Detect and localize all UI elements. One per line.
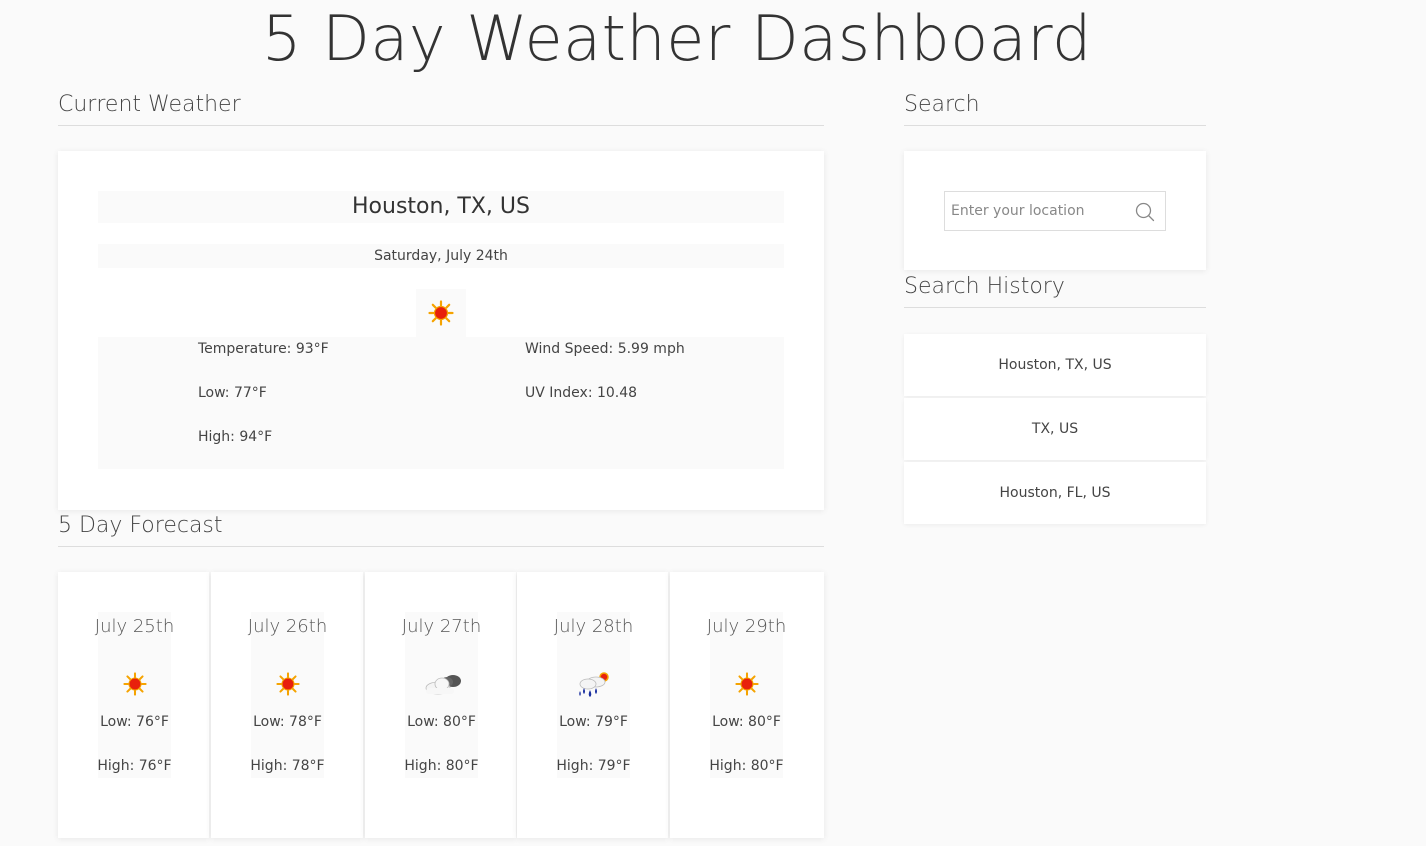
- forecast-day: July 29th Low: 80°F High: 80°F: [707, 612, 786, 778]
- forecast-card: July 26th Low: 78°F High: 78°F: [211, 572, 363, 838]
- wind-speed-value: Wind Speed: 5.99 mph: [525, 341, 685, 357]
- history-item[interactable]: TX, US: [904, 398, 1206, 460]
- forecast-low: Low: 78°F: [253, 714, 322, 730]
- current-city: Houston, TX, US: [98, 191, 784, 223]
- forecast-day: July 25th Low: 76°F High: 76°F: [95, 612, 174, 778]
- forecast-low: Low: 80°F: [712, 714, 781, 730]
- low-temperature-value: Low: 77°F: [198, 385, 267, 401]
- uv-index-value: UV Index: 10.48: [525, 385, 638, 401]
- forecast-card: July 27th Low: 80°F High: 80°F: [365, 572, 516, 838]
- search-heading: Search: [904, 92, 1206, 126]
- high-temperature-value: High: 94°F: [198, 429, 273, 445]
- search-icon[interactable]: [1135, 202, 1155, 226]
- forecast-low: Low: 76°F: [100, 714, 169, 730]
- forecast-card: July 29th Low: 80°F High: 80°F: [670, 572, 824, 838]
- forecast-low: Low: 80°F: [407, 714, 476, 730]
- search-history-heading: Search History: [904, 274, 1206, 308]
- forecast-high: High: 80°F: [404, 758, 479, 774]
- weather-dashboard: 5 Day Weather Dashboard Current Weather …: [0, 0, 1426, 846]
- forecast-date: July 28th: [553, 616, 634, 637]
- sun-icon: [710, 668, 783, 700]
- forecast-heading: 5 Day Forecast: [58, 513, 824, 547]
- forecast-card: July 28th Low: 79°F High: 79°F: [517, 572, 668, 838]
- forecast-day: July 26th Low: 78°F High: 78°F: [248, 612, 327, 778]
- page-title: 5 Day Weather Dashboard: [262, 2, 1092, 75]
- current-weather-card: Houston, TX, US Saturday, July 24th Temp…: [58, 151, 824, 510]
- current-date: Saturday, July 24th: [98, 244, 784, 268]
- forecast-card: July 25th Low: 76°F High: 76°F: [58, 572, 209, 838]
- forecast-day: July 28th Low: 79°F High: 79°F: [554, 612, 633, 778]
- rain-sun-icon: [557, 668, 630, 700]
- forecast-date: July 27th: [401, 616, 482, 637]
- forecast-low: Low: 79°F: [559, 714, 628, 730]
- search-box: [944, 191, 1166, 231]
- forecast-date: July 29th: [706, 616, 787, 637]
- search-input[interactable]: [945, 192, 1135, 230]
- forecast-date: July 26th: [247, 616, 328, 637]
- forecast-day: July 27th Low: 80°F High: 80°F: [402, 612, 481, 778]
- temperature-value: Temperature: 93°F: [198, 341, 329, 357]
- forecast-high: High: 79°F: [556, 758, 631, 774]
- history-item[interactable]: Houston, TX, US: [904, 334, 1206, 396]
- forecast-high: High: 80°F: [709, 758, 784, 774]
- cloud-icon: [405, 668, 478, 700]
- search-card: [904, 151, 1206, 270]
- sun-icon: [416, 289, 466, 337]
- history-item[interactable]: Houston, FL, US: [904, 462, 1206, 524]
- forecast-date: July 25th: [94, 616, 175, 637]
- sun-icon: [98, 668, 171, 700]
- sun-icon: [251, 668, 324, 700]
- current-weather-heading: Current Weather: [58, 92, 824, 126]
- forecast-high: High: 78°F: [250, 758, 325, 774]
- forecast-high: High: 76°F: [97, 758, 172, 774]
- current-details: Temperature: 93°F Low: 77°F High: 94°F W…: [98, 337, 784, 469]
